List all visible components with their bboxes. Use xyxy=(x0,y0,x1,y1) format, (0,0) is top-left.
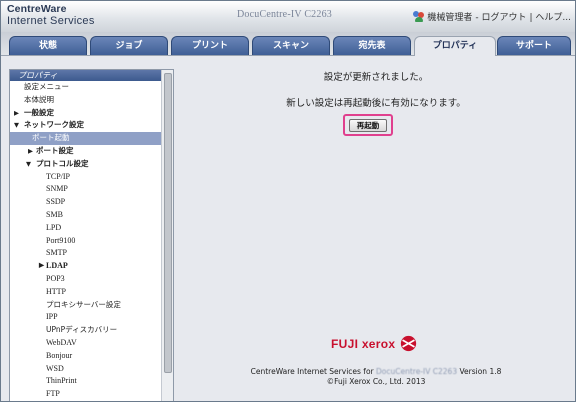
restart-notice: 新しい設定は再起動後に有効になります。 xyxy=(286,98,466,109)
sidebar-item-port9100[interactable]: Port9100 xyxy=(10,235,162,248)
sidebar-item-pop3[interactable]: POP3 xyxy=(10,273,162,286)
collapse-down-icon: ▼ xyxy=(14,121,19,130)
tab-address-book[interactable]: 宛先表 xyxy=(333,36,411,55)
header-bar: CentreWare Internet Services DocuCentre-… xyxy=(1,1,575,32)
user-name: 機械管理者 xyxy=(427,13,473,23)
sidebar-item-proxy-server[interactable]: プロキシサーバー設定 xyxy=(10,299,162,312)
sidebar-item-ssdp[interactable]: SSDP xyxy=(10,196,162,209)
footer-copyright: ©Fuji Xerox Co., Ltd. 2013 xyxy=(326,377,426,386)
browser-frame: CentreWare Internet Services DocuCentre-… xyxy=(0,0,576,402)
sidebar-item-tcpip[interactable]: TCP/IP xyxy=(10,171,162,184)
sidebar-item-lpd[interactable]: LPD xyxy=(10,222,162,235)
device-title: DocuCentre-IV C2263 xyxy=(237,9,332,20)
sidebar-item-port-settings[interactable]: ▶ ポート設定 xyxy=(10,145,162,158)
main-tabs: 状態 ジョブ プリント スキャン 宛先表 プロパティ サポート xyxy=(1,32,575,56)
sidebar-item-ldap[interactable]: ▶ LDAP xyxy=(10,260,162,273)
expand-right-icon: ▶ xyxy=(14,108,19,117)
sidebar-item-http[interactable]: HTTP xyxy=(10,286,162,299)
restart-highlight: 再起動 xyxy=(343,114,393,136)
sidebar-item-port-status[interactable]: ポート起動 xyxy=(10,132,162,145)
logo-wordmark: FUJI xerox xyxy=(331,336,396,351)
tab-scan[interactable]: スキャン xyxy=(252,36,330,55)
fujixerox-logo: FUJI xerox xyxy=(331,335,417,352)
sidebar-item-smtp[interactable]: SMTP xyxy=(10,247,162,260)
sidebar-item-bonjour[interactable]: Bonjour xyxy=(10,350,162,363)
footer-version-text: Version 1.8 xyxy=(459,367,502,376)
expand-right-icon: ▶ xyxy=(39,262,44,270)
tab-support[interactable]: サポート xyxy=(497,36,571,55)
sidebar-item-thinprint[interactable]: ThinPrint xyxy=(10,375,162,388)
sidebar-item-wsd[interactable]: WSD xyxy=(10,363,162,376)
sidebar-item-upnp-discovery[interactable]: UPnPディスカバリー xyxy=(10,324,162,337)
sidebar-item-snmp[interactable]: SNMP xyxy=(10,183,162,196)
brand-line2: Internet Services xyxy=(7,15,95,27)
brand-line1: CentreWare xyxy=(7,3,67,15)
scrollbar-thumb[interactable] xyxy=(164,73,172,373)
sidebar-tree: プロパティ 設定メニュー 本体説明 ▶ 一般設定 ▼ ネットワーク設定 ポート起動 … xyxy=(10,70,162,401)
sidebar-item-smb[interactable]: SMB xyxy=(10,209,162,222)
update-message: 設定が更新されました。 xyxy=(323,72,429,83)
sidebar-item-network-settings[interactable]: ▼ ネットワーク設定 xyxy=(10,119,162,132)
expand-right-icon: ▶ xyxy=(28,146,33,155)
sidebar-item-protocol-settings[interactable]: ▼ プロトコル設定 xyxy=(10,158,162,171)
tab-properties[interactable]: プロパティ xyxy=(414,36,496,56)
sidebar-item-settings-menu[interactable]: 設定メニュー xyxy=(10,81,162,94)
tab-jobs[interactable]: ジョブ xyxy=(90,36,168,55)
sidebar-item-ftp[interactable]: FTP xyxy=(10,388,162,401)
xerox-sphere-icon xyxy=(401,335,417,352)
main-panel: 設定が更新されました。 新しい設定は再起動後に有効になります。 再起動 FUJI… xyxy=(181,56,571,401)
user-area: 機械管理者 - ログアウト | ヘルプ... xyxy=(413,10,571,23)
footer-version: CentreWare Internet Services for DocuCen… xyxy=(181,367,571,376)
sidebar-item-ipp[interactable]: IPP xyxy=(10,311,162,324)
help-link[interactable]: | ヘルプ... xyxy=(530,10,571,23)
footer-prefix: CentreWare Internet Services for xyxy=(250,367,374,376)
app-brand: CentreWare Internet Services xyxy=(7,3,95,28)
sidebar-item-webdav[interactable]: WebDAV xyxy=(10,337,162,350)
sidebar-header: プロパティ xyxy=(10,70,162,81)
logout-link[interactable]: - ログアウト xyxy=(475,10,526,23)
collapse-down-icon: ▼ xyxy=(26,159,31,168)
sidebar-item-description[interactable]: 本体説明 xyxy=(10,94,162,107)
tab-print[interactable]: プリント xyxy=(171,36,249,55)
footer-device: DocuCentre-IV C2263 xyxy=(376,367,458,376)
sidebar-item-general-setup[interactable]: ▶ 一般設定 xyxy=(10,107,162,120)
restart-button[interactable]: 再起動 xyxy=(349,119,387,132)
users-icon xyxy=(413,11,425,22)
sidebar-scrollbar[interactable] xyxy=(161,70,173,401)
tab-status[interactable]: 状態 xyxy=(9,36,87,55)
properties-sidebar: プロパティ 設定メニュー 本体説明 ▶ 一般設定 ▼ ネットワーク設定 ポート起動 … xyxy=(9,69,174,401)
